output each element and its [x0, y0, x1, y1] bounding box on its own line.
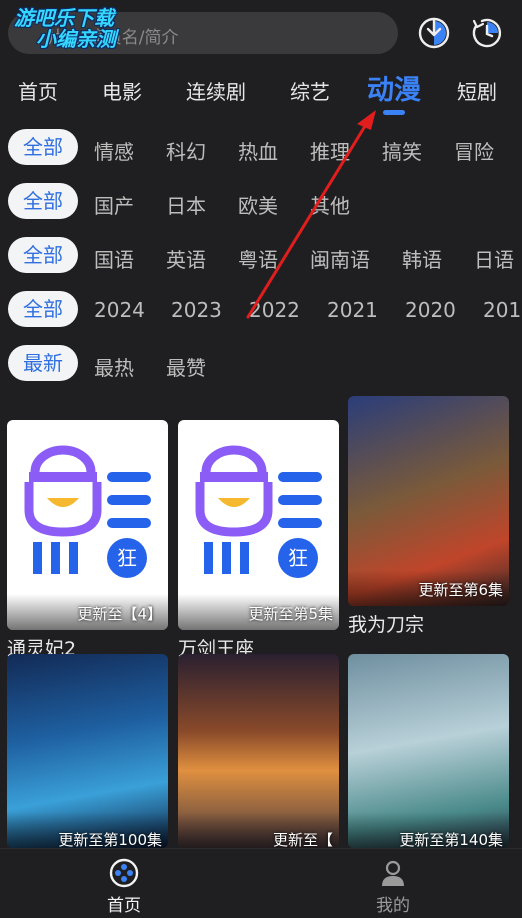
filter-row-sort: 最新 最热 最赞	[0, 342, 522, 384]
filter-option[interactable]: 欧美	[238, 190, 278, 219]
filter-option[interactable]: 国语	[94, 244, 134, 273]
filter-row-genre: 全部 情感 科幻 热血 推理 搞笑 冒险	[0, 126, 522, 168]
nav-profile-label: 我的	[376, 896, 410, 916]
filter-option[interactable]: 最赞	[166, 352, 206, 381]
poster-image: 更新至第140集	[348, 654, 509, 848]
filter-option[interactable]: 其他	[310, 190, 350, 219]
logo-badge-text: 狂	[288, 546, 308, 570]
update-status: 更新至第6集	[418, 581, 503, 599]
nav-profile[interactable]: 我的	[353, 857, 433, 916]
home-icon	[109, 858, 139, 888]
video-card[interactable]: 狂 更新至【4】 通灵妃2	[7, 420, 168, 660]
nav-home[interactable]: 首页	[84, 857, 164, 916]
filter-option[interactable]: 2024	[94, 298, 145, 322]
tab-home[interactable]: 首页	[18, 76, 58, 105]
category-tabs: 首页 电影 连续剧 综艺 动漫 短剧	[0, 66, 522, 114]
video-card[interactable]: 狂 更新至第5集 万剑王座	[178, 420, 339, 660]
filter-option[interactable]: 最热	[94, 352, 134, 381]
filter-option[interactable]: 日语	[474, 244, 514, 273]
filter-option[interactable]: 情感	[94, 136, 134, 165]
watermark: 游吧乐下载 小编亲测	[14, 8, 164, 50]
tab-short-drama[interactable]: 短剧	[457, 76, 497, 105]
filter-option[interactable]: 冒险	[454, 136, 494, 165]
filter-chip-selected[interactable]: 全部	[8, 183, 78, 219]
app-logo-icon: 狂	[195, 445, 322, 578]
video-card[interactable]: 更新至第100集	[7, 654, 168, 848]
history-icon[interactable]	[470, 16, 504, 50]
update-status: 更新至【4】	[77, 605, 162, 623]
filter-option[interactable]: 搞笑	[382, 136, 422, 165]
update-status: 更新至第140集	[399, 831, 503, 848]
video-title[interactable]: 我为刀宗	[348, 610, 424, 637]
filter-option[interactable]: 日本	[166, 190, 206, 219]
filter-chip-selected[interactable]: 最新	[8, 345, 78, 381]
video-card[interactable]: 更新至第6集 我为刀宗	[348, 396, 509, 636]
logo-badge-text: 狂	[117, 546, 137, 570]
filter-chip-selected[interactable]: 全部	[8, 129, 78, 165]
poster-image: 更新至【	[178, 654, 339, 848]
poster-placeholder-logo: 狂 更新至【4】	[7, 420, 168, 630]
video-card[interactable]: 更新至【	[178, 654, 339, 848]
filter-option[interactable]: 热血	[238, 136, 278, 165]
filter-option[interactable]: 2020	[405, 298, 456, 322]
filter-row-year: 全部 2024 2023 2022 2021 2020 2019	[0, 288, 522, 330]
tab-variety[interactable]: 综艺	[290, 76, 330, 105]
filter-option[interactable]: 推理	[310, 136, 350, 165]
bottom-nav: 首页 我的	[0, 848, 522, 918]
poster-placeholder-logo: 狂 更新至第5集	[178, 420, 339, 630]
poster-image: 更新至第100集	[7, 654, 168, 848]
update-status: 更新至第5集	[248, 605, 333, 623]
tab-anime[interactable]: 动漫	[367, 68, 421, 107]
filter-option[interactable]: 粤语	[238, 244, 278, 273]
app-logo-icon: 狂	[24, 445, 151, 578]
filter-option[interactable]: 英语	[166, 244, 206, 273]
watermark-line2: 小编亲测	[36, 27, 116, 51]
active-tab-indicator	[383, 110, 405, 115]
filter-option[interactable]: 韩语	[402, 244, 442, 273]
tab-movie[interactable]: 电影	[102, 76, 142, 105]
update-status: 更新至第100集	[58, 831, 162, 848]
nav-home-label: 首页	[107, 896, 141, 916]
filter-option[interactable]: 闽南语	[310, 244, 370, 273]
tab-series[interactable]: 连续剧	[186, 76, 246, 105]
filter-chip-selected[interactable]: 全部	[8, 291, 78, 327]
top-bar: 片名/演员名/简介 游吧乐下载 小编亲测	[0, 0, 522, 64]
filter-option[interactable]: 国产	[94, 190, 134, 219]
filter-option[interactable]: 2021	[327, 298, 378, 322]
filter-option[interactable]: 科幻	[166, 136, 206, 165]
filter-chip-selected[interactable]: 全部	[8, 237, 78, 273]
download-icon[interactable]	[417, 16, 451, 50]
filter-option[interactable]: 2023	[171, 298, 222, 322]
filter-option[interactable]: 2022	[249, 298, 300, 322]
video-card[interactable]: 更新至第140集	[348, 654, 509, 848]
poster-image: 更新至第6集	[348, 396, 509, 606]
filter-row-language: 全部 国语 英语 粤语 闽南语 韩语 日语	[0, 234, 522, 276]
filter-option[interactable]: 2019	[483, 298, 522, 322]
update-status: 更新至【	[272, 831, 333, 848]
filter-row-region: 全部 国产 日本 欧美 其他	[0, 180, 522, 222]
profile-icon	[382, 860, 404, 886]
